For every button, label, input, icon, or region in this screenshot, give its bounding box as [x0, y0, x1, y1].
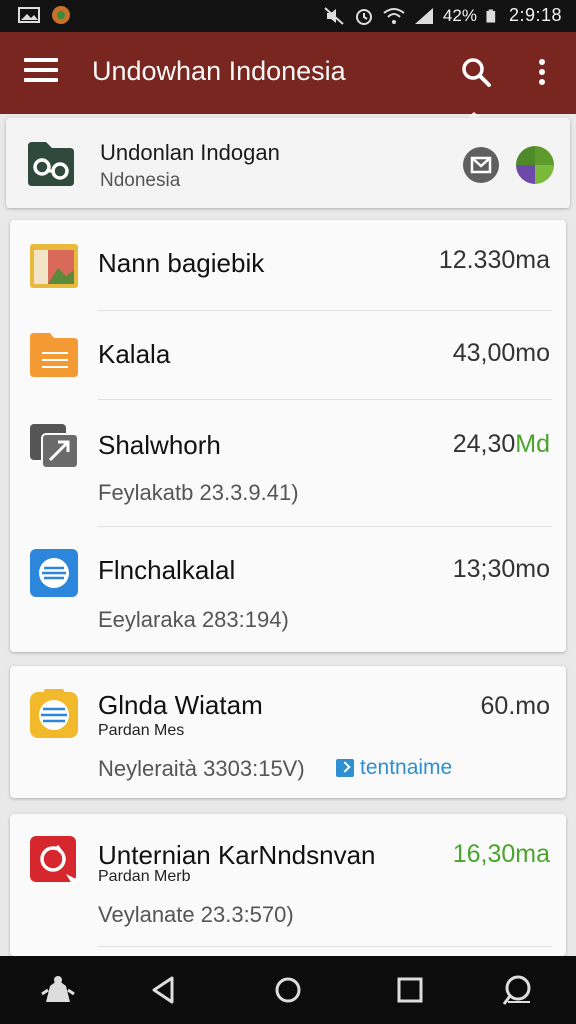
recents-icon[interactable]: [392, 972, 428, 1008]
tag-link[interactable]: tentnaime: [336, 756, 452, 780]
menu-icon[interactable]: [24, 58, 58, 88]
home-icon[interactable]: [270, 972, 306, 1008]
file-name: Glnda Wiatam: [98, 690, 263, 720]
image-folder-icon: [30, 244, 78, 288]
file-size: 16,30ma: [452, 840, 550, 868]
file-subtitle: Pardan Mes: [98, 722, 185, 739]
back-icon[interactable]: [146, 972, 182, 1008]
list-item[interactable]: Nann bagiebik 12.330ma: [10, 220, 566, 310]
file-list-card-1: Nann bagiebik 12.330ma Kalala 43,00mo Sh…: [10, 220, 566, 652]
signal-icon: [414, 7, 433, 24]
clock: 2:9:18: [508, 5, 562, 25]
file-meta: Eeylaraka 283:194): [98, 607, 289, 632]
file-size-unit: Md: [515, 430, 550, 458]
file-meta: Veylanate 23.3:570): [98, 902, 294, 927]
file-name: Flnchalkalal: [98, 555, 236, 585]
file-subtitle: Pardan Merb: [98, 868, 191, 885]
file-name: Nann bagiebik: [98, 248, 265, 278]
file-size: 12.330ma: [438, 246, 550, 274]
app-logo-icon: [28, 142, 74, 186]
list-item[interactable]: Unternian KarNndsnvan Pardan Merb 16,30m…: [10, 814, 566, 946]
list-item[interactable]: Shalwhorh 24,30Md Feylakatb 23.3.9.41): [10, 400, 566, 526]
status-bar: 42% 2:9:18: [0, 0, 576, 32]
divider: [98, 946, 552, 947]
file-name: Shalwhorh: [98, 430, 221, 460]
mail-icon[interactable]: [462, 146, 500, 184]
file-meta: Feylakatb 23.3.9.41): [98, 480, 299, 505]
file-size-value: 24,30: [452, 430, 516, 458]
list-item[interactable]: Kalala 43,00mo: [10, 311, 566, 399]
file-size: 43,00mo: [452, 339, 550, 367]
wifi-icon: [383, 7, 405, 24]
app-title: Undowhan Indonesia: [92, 56, 346, 86]
storage-header-card[interactable]: Undonlan Indogan Ndonesia: [6, 118, 570, 208]
navigation-bar: [0, 956, 576, 1024]
checkbox-icon: [336, 759, 354, 777]
file-name: Unternian KarNndsnvan: [98, 840, 376, 870]
app-bar: Undowhan Indonesia: [0, 32, 576, 114]
document-icon: [30, 549, 78, 597]
mute-icon: [324, 6, 344, 25]
app-notification-icon: [52, 6, 70, 24]
gallery-icon: [18, 7, 40, 23]
list-item[interactable]: Flnchalkalal 13;30mo Eeylaraka 283:194): [10, 527, 566, 652]
file-size: 24,30Md: [453, 430, 550, 459]
file-name: Kalala: [98, 339, 171, 369]
tag-label: tentnaime: [360, 756, 453, 779]
battery-percent: 42%: [442, 5, 477, 25]
header-subtitle: Ndonesia: [100, 170, 181, 191]
red-app-icon: [30, 836, 78, 884]
list-item[interactable]: Glnda Wiatam Pardan Mes 60.mo Neyleraità…: [10, 666, 566, 798]
more-vert-icon[interactable]: [528, 54, 556, 90]
search-icon[interactable]: [458, 54, 494, 90]
assistant-icon[interactable]: [40, 972, 76, 1008]
header-title: Undonlan Indogan: [100, 140, 280, 165]
alarm-icon: [355, 8, 372, 25]
folder-icon: [30, 333, 78, 377]
file-meta: Neyleraità 3303:15V): [98, 756, 305, 781]
battery-icon: [486, 8, 496, 23]
pie-chart-icon[interactable]: [514, 144, 556, 186]
media-icon: [30, 424, 79, 469]
file-size: 60.mo: [480, 692, 550, 720]
notes-icon: [30, 689, 78, 738]
file-size: 13;30mo: [452, 555, 550, 583]
search-nav-icon[interactable]: [500, 972, 536, 1008]
file-list-card-2: Glnda Wiatam Pardan Mes 60.mo Neyleraità…: [10, 666, 566, 798]
file-list-card-3: Unternian KarNndsnvan Pardan Merb 16,30m…: [10, 814, 566, 956]
